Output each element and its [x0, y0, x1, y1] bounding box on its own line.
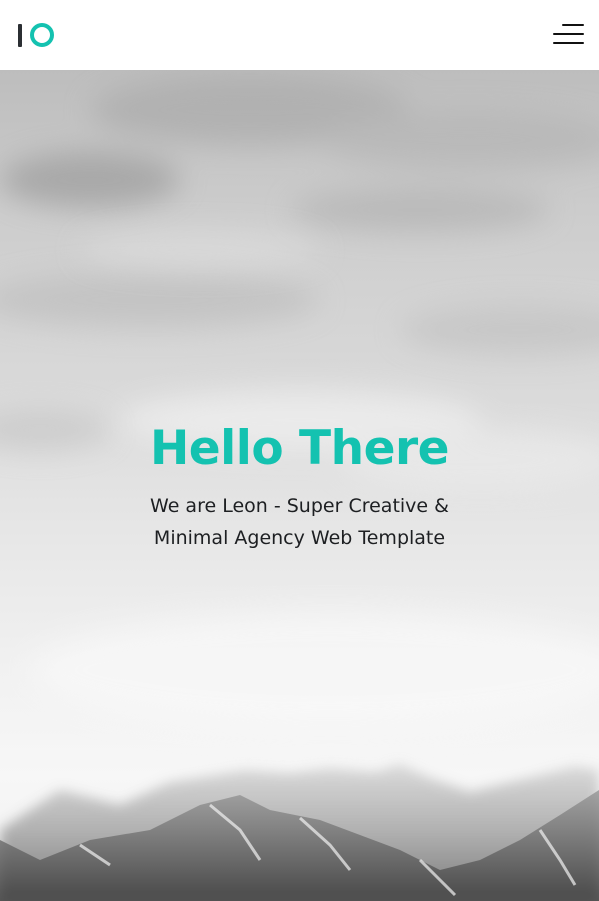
menu-line: [553, 42, 584, 44]
hero-subtitle: We are Leon - Super Creative & Minimal A…: [0, 490, 599, 554]
hero-content: Hello There We are Leon - Super Creative…: [0, 420, 599, 554]
site-header: [0, 0, 599, 70]
menu-line: [562, 24, 584, 26]
hero-title: Hello There: [149, 421, 450, 476]
hamburger-menu-icon[interactable]: [553, 24, 584, 44]
logo-bar-mark: [18, 23, 22, 47]
hero-subtitle-line-2: Minimal Agency Web Template: [153, 527, 446, 549]
logo-link[interactable]: [18, 23, 54, 47]
page: Hello There We are Leon - Super Creative…: [0, 0, 599, 901]
menu-line: [553, 33, 584, 35]
logo-ring-mark: [30, 23, 54, 47]
hero-subtitle-line-1: We are Leon - Super Creative &: [150, 495, 449, 517]
hero-section: Hello There We are Leon - Super Creative…: [0, 70, 599, 901]
